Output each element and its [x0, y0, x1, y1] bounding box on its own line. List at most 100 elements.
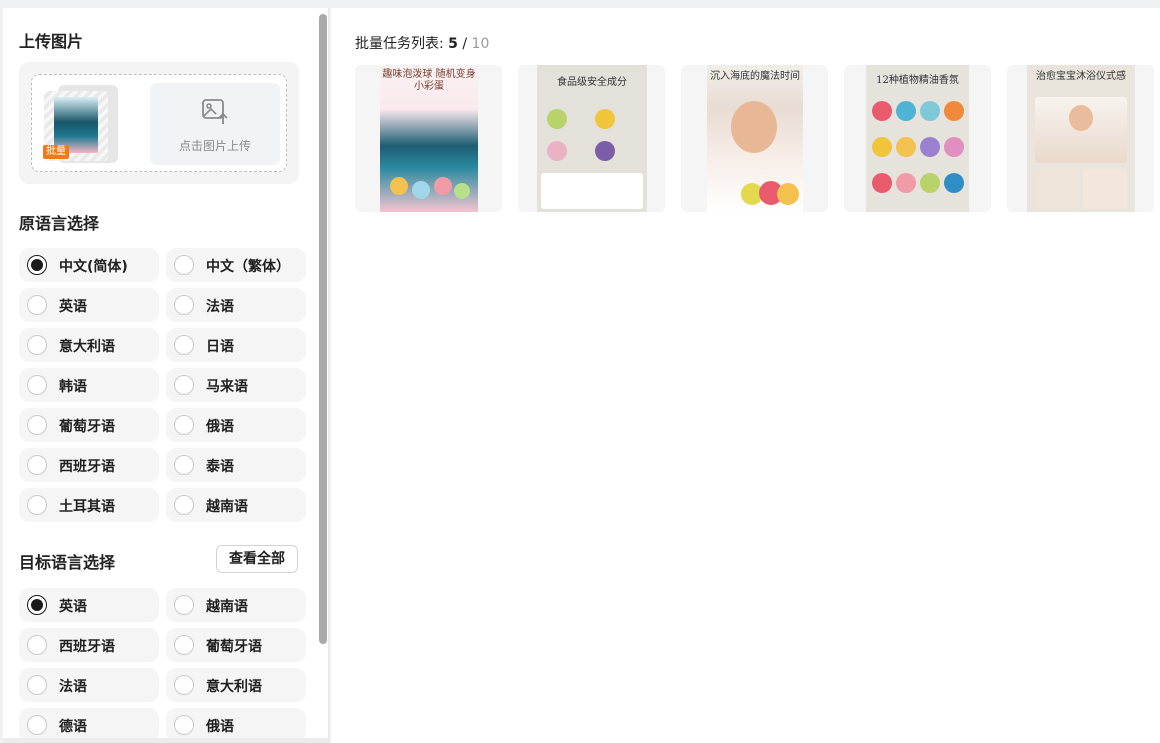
- radio-button[interactable]: [27, 295, 47, 315]
- bath-bomb-shape: [944, 137, 964, 157]
- language-option-label: 西班牙语: [59, 639, 115, 655]
- task-card-title: 趣味泡泼球 随机变身小彩蛋: [382, 69, 476, 92]
- language-option[interactable]: 葡萄牙语: [19, 408, 159, 442]
- language-option[interactable]: 中文(简体): [19, 248, 159, 282]
- language-option-label: 俄语: [206, 719, 234, 735]
- batch-badge: 批量: [43, 145, 69, 159]
- language-option[interactable]: 法语: [166, 288, 306, 322]
- task-card-image: 趣味泡泼球 随机变身小彩蛋: [380, 65, 478, 212]
- child-face-shape: [731, 101, 777, 153]
- view-all-button[interactable]: 查看全部: [216, 545, 298, 573]
- bath-bomb-shape: [920, 137, 940, 157]
- task-count-separator: /: [462, 36, 468, 52]
- ingredient-shape: [547, 109, 567, 129]
- radio-button[interactable]: [174, 495, 194, 515]
- task-count: 5: [448, 36, 458, 52]
- radio-button[interactable]: [174, 455, 194, 475]
- ingredient-shape: [595, 141, 615, 161]
- language-option-label: 中文（繁体）: [206, 259, 290, 275]
- radio-button[interactable]: [174, 375, 194, 395]
- sidebar-scrollbar[interactable]: [319, 14, 327, 644]
- source-language-title: 原语言选择: [19, 214, 100, 233]
- bath-bomb-shape: [454, 183, 470, 199]
- radio-button[interactable]: [174, 415, 194, 435]
- language-option-label: 马来语: [206, 379, 248, 395]
- radio-button[interactable]: [27, 675, 47, 695]
- language-option-label: 葡萄牙语: [59, 419, 115, 435]
- language-option[interactable]: 葡萄牙语: [166, 628, 306, 662]
- task-card[interactable]: 食品级安全成分: [518, 65, 665, 212]
- language-option-label: 葡萄牙语: [206, 639, 262, 655]
- bath-bomb-shape: [872, 137, 892, 157]
- language-option[interactable]: 泰语: [166, 448, 306, 482]
- language-option-label: 中文(简体): [59, 259, 128, 275]
- settings-sidebar: 上传图片 批量 点击图片上传 原语言选择 中文(简体) 中文（繁体） 英语 法语…: [3, 8, 329, 743]
- task-card-image: 沉入海底的魔法时间: [707, 65, 803, 212]
- language-option[interactable]: 法语: [19, 668, 159, 702]
- task-list-label: 批量任务列表:: [355, 36, 444, 52]
- radio-button[interactable]: [174, 335, 194, 355]
- language-option[interactable]: 越南语: [166, 588, 306, 622]
- language-option-label: 日语: [206, 339, 234, 355]
- language-option-label: 德语: [59, 719, 87, 735]
- language-option[interactable]: 越南语: [166, 488, 306, 522]
- radio-button[interactable]: [174, 675, 194, 695]
- task-card-title: 治愈宝宝沐浴仪式感: [1036, 71, 1126, 82]
- radio-button[interactable]: [27, 455, 47, 475]
- radio-button[interactable]: [174, 635, 194, 655]
- language-option[interactable]: 俄语: [166, 408, 306, 442]
- upload-dropzone[interactable]: 批量 点击图片上传: [31, 74, 287, 172]
- language-option[interactable]: 日语: [166, 328, 306, 362]
- bath-bomb-shape: [944, 173, 964, 193]
- task-card[interactable]: 12种植物精油香氛: [844, 65, 991, 212]
- bath-bomb-shape: [872, 101, 892, 121]
- task-total: 10: [471, 36, 490, 52]
- bath-bomb-shape: [896, 173, 916, 193]
- radio-button[interactable]: [174, 255, 194, 275]
- task-card[interactable]: 趣味泡泼球 随机变身小彩蛋: [355, 65, 502, 212]
- task-card-title: 食品级安全成分: [557, 77, 627, 88]
- radio-button[interactable]: [27, 595, 47, 615]
- sidebar-horizontal-scrollbar[interactable]: [3, 738, 328, 743]
- language-option[interactable]: 俄语: [166, 708, 306, 742]
- language-option[interactable]: 英语: [19, 588, 159, 622]
- radio-button[interactable]: [27, 375, 47, 395]
- radio-button[interactable]: [27, 415, 47, 435]
- language-option[interactable]: 马来语: [166, 368, 306, 402]
- language-option[interactable]: 意大利语: [166, 668, 306, 702]
- language-option[interactable]: 中文（繁体）: [166, 248, 306, 282]
- upload-image-button[interactable]: 点击图片上传: [150, 83, 280, 165]
- task-card[interactable]: 沉入海底的魔法时间: [681, 65, 828, 212]
- language-option[interactable]: 韩语: [19, 368, 159, 402]
- radio-button[interactable]: [27, 335, 47, 355]
- radio-button[interactable]: [27, 255, 47, 275]
- task-card-image: 12种植物精油香氛: [866, 65, 969, 212]
- language-option[interactable]: 土耳其语: [19, 488, 159, 522]
- language-option-label: 越南语: [206, 499, 248, 515]
- uploaded-thumbnail-stack[interactable]: 批量: [40, 83, 122, 165]
- radio-button[interactable]: [27, 635, 47, 655]
- task-card-title: 12种植物精油香氛: [876, 75, 959, 86]
- bath-bomb-shape: [920, 101, 940, 121]
- bath-bomb-shape: [434, 177, 452, 195]
- image-upload-icon: [202, 99, 228, 124]
- bath-bomb-shape: [390, 177, 408, 195]
- task-list-header: 批量任务列表: 5 / 10: [355, 33, 489, 53]
- radio-button[interactable]: [27, 495, 47, 515]
- language-option[interactable]: 德语: [19, 708, 159, 742]
- language-option[interactable]: 英语: [19, 288, 159, 322]
- radio-button[interactable]: [27, 715, 47, 735]
- task-card[interactable]: 治愈宝宝沐浴仪式感: [1007, 65, 1154, 212]
- upload-button-label: 点击图片上传: [178, 139, 251, 153]
- baby-photo-main: [1035, 97, 1127, 163]
- language-option-label: 韩语: [59, 379, 87, 395]
- bath-bomb-shape: [872, 173, 892, 193]
- task-card-image: 治愈宝宝沐浴仪式感: [1027, 65, 1135, 212]
- language-option[interactable]: 西班牙语: [19, 448, 159, 482]
- bath-bomb-shape: [944, 101, 964, 121]
- radio-button[interactable]: [174, 595, 194, 615]
- radio-button[interactable]: [174, 715, 194, 735]
- language-option[interactable]: 西班牙语: [19, 628, 159, 662]
- language-option[interactable]: 意大利语: [19, 328, 159, 362]
- radio-button[interactable]: [174, 295, 194, 315]
